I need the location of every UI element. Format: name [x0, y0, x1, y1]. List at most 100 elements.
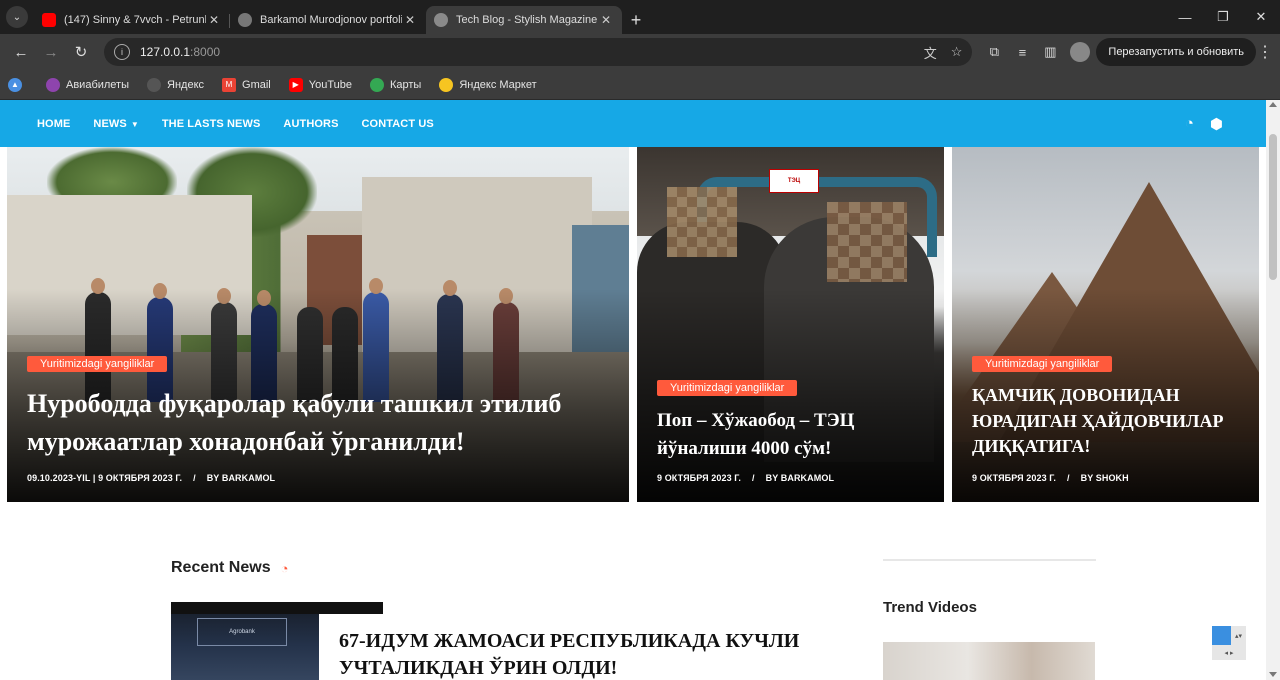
category-badge[interactable]: Yuritimizdagi yangiliklar: [657, 380, 798, 396]
android-icon[interactable]: ⬢: [1210, 115, 1223, 133]
bookmark-label: Gmail: [242, 78, 271, 91]
nav-news[interactable]: NEWS ▼: [93, 118, 138, 130]
post-date: 09.10.2023-YIL | 9 ОКТЯБРЯ 2023 Г.: [27, 473, 183, 483]
apps-icon[interactable]: ▲: [8, 77, 28, 92]
bookmark-gmail[interactable]: M Gmail: [222, 77, 271, 92]
extensions-puzzle-icon[interactable]: ⧉: [980, 38, 1008, 66]
yandex-market-icon: [439, 77, 454, 92]
list-item[interactable]: Agrobank 67-ИДУМ ЖАМОАСИ РЕСПУБЛИКАДА КУ…: [171, 602, 821, 680]
globe-icon: [434, 13, 448, 27]
bookmark-yandex-market[interactable]: Яндекс Маркет: [439, 77, 537, 92]
hero-card-main[interactable]: Yuritimizdagi yangiliklar Нурободда фуқа…: [7, 147, 629, 502]
floating-widget[interactable]: ▴▾ ◂ ▸: [1212, 626, 1246, 660]
nav-news-label: NEWS: [93, 117, 127, 130]
close-window-icon[interactable]: ✕: [1242, 0, 1280, 34]
url-port: :8000: [190, 45, 221, 59]
widget-left-right-icon[interactable]: ◂ ▸: [1212, 645, 1246, 660]
reload-icon[interactable]: ↻: [66, 37, 96, 67]
minimize-icon[interactable]: —: [1166, 0, 1204, 34]
nav-lasts-news[interactable]: THE LASTS NEWS: [162, 118, 261, 130]
hero-headline[interactable]: Поп – Хўжаобод – ТЭЦ йўналиши 4000 сўм!: [657, 407, 927, 463]
page-scrollbar[interactable]: [1266, 100, 1280, 680]
nav-authors[interactable]: AUTHORS: [283, 118, 338, 130]
maps-pin-icon: [369, 77, 384, 92]
youtube-icon: [42, 13, 56, 27]
recent-news-title: Recent News: [171, 559, 271, 576]
category-badge[interactable]: Yuritimizdagi yangiliklar: [972, 356, 1113, 372]
apps-grid-icon: ▲: [8, 77, 22, 92]
post-author[interactable]: BY SHOKH: [1081, 473, 1129, 483]
menu-dots-icon[interactable]: ⋮: [1256, 42, 1274, 62]
bookmarks-bar: ▲ Авиабилеты Яндекс M Gmail ▶ YouTube Карт…: [0, 70, 1280, 100]
globe-icon: [238, 13, 252, 27]
bookmark-label: YouTube: [308, 78, 352, 91]
bookmark-star-icon[interactable]: ☆: [951, 44, 963, 60]
hero-card-2[interactable]: ТЭЦ Yuritimizdagi yangiliklar Поп – Хўжа…: [637, 147, 944, 502]
bookmark-label: Авиабилеты: [66, 78, 130, 91]
close-tab-icon[interactable]: ✕: [402, 13, 418, 27]
rss-icon[interactable]: ◔: [1185, 115, 1194, 132]
bookmark-maps[interactable]: Карты: [369, 77, 422, 92]
new-tab-button[interactable]: +: [622, 6, 650, 34]
nav-contact[interactable]: CONTACT US: [362, 118, 434, 130]
scroll-down-icon[interactable]: [1269, 672, 1277, 677]
translate-icon[interactable]: 文: [924, 43, 937, 62]
tab-search-icon[interactable]: ⌄: [6, 6, 28, 28]
tab-title: Barkamol Murodjonov portfolio: [260, 14, 402, 26]
profile-avatar-icon[interactable]: [1070, 42, 1091, 62]
hero-card-3[interactable]: Yuritimizdagi yangiliklar ҚАМЧИҚ ДОВОНИД…: [952, 147, 1259, 502]
forward-arrow-icon[interactable]: →: [36, 37, 66, 67]
url-host: 127.0.0.1: [140, 45, 191, 59]
chevron-down-icon: ▼: [130, 119, 139, 129]
browser-tab-techblog[interactable]: Tech Blog - Stylish Magazine Bl ✕: [426, 6, 622, 34]
hero-meta: 09.10.2023-YIL | 9 ОКТЯБРЯ 2023 Г. / BY BA…: [27, 473, 276, 483]
bookmark-youtube[interactable]: ▶ YouTube: [288, 77, 352, 92]
news-headline[interactable]: 67-ИДУМ ЖАМОАСИ РЕСПУБЛИКАДА КУЧЛИ УЧТАЛ…: [339, 628, 819, 680]
nav-home[interactable]: HOME: [37, 118, 70, 130]
trend-video-thumbnail[interactable]: [883, 642, 1095, 680]
widget-square-icon: [1212, 626, 1231, 645]
category-badge[interactable]: Yuritimizdagi yangiliklar: [27, 356, 168, 372]
browser-tab-portfolio[interactable]: Barkamol Murodjonov portfolio ✕: [230, 6, 426, 34]
url-text[interactable]: 127.0.0.1:8000: [140, 45, 910, 59]
gmail-icon: M: [222, 77, 237, 92]
browser-toolbar: ← → ↻ i 127.0.0.1:8000 文 ☆ ⧉ ≡ ▥ Перезап…: [0, 34, 1280, 70]
trend-videos-heading: Trend Videos: [883, 599, 977, 616]
globe-icon: [147, 77, 162, 92]
bookmark-label: Яндекс Маркет: [459, 78, 537, 91]
address-bar[interactable]: i 127.0.0.1:8000 文 ☆: [104, 38, 973, 66]
aviatickets-icon: [46, 77, 60, 92]
rss-icon[interactable]: ◔: [281, 561, 289, 576]
hero-headline[interactable]: ҚАМЧИҚ ДОВОНИДАН ЮРАДИГАН ҲАЙДОВЧИЛАР ДИ…: [972, 383, 1252, 460]
relaunch-update-button[interactable]: Перезапустить и обновить: [1096, 38, 1256, 66]
scroll-up-icon[interactable]: [1269, 102, 1277, 107]
hero-grid: Yuritimizdagi yangiliklar Нурободда фуқа…: [0, 147, 1266, 502]
hero-meta: 9 ОКТЯБРЯ 2023 Г. / BY SHOKH: [972, 473, 1129, 483]
scroll-thumb[interactable]: [1269, 134, 1277, 280]
back-arrow-icon[interactable]: ←: [6, 37, 36, 67]
close-tab-icon[interactable]: ✕: [598, 13, 614, 27]
widget-up-down-icon[interactable]: ▴▾: [1231, 626, 1246, 645]
hero-meta: 9 ОКТЯБРЯ 2023 Г. / BY BARKAMOL: [657, 473, 835, 483]
reading-list-icon[interactable]: ≡: [1008, 38, 1036, 66]
bookmark-label: Карты: [389, 78, 422, 91]
bookmark-aviatickets[interactable]: Авиабилеты: [46, 77, 130, 92]
side-panel-icon[interactable]: ▥: [1036, 38, 1064, 66]
sidebar-divider: [883, 559, 1096, 561]
post-author[interactable]: BY BARKAMOL: [766, 473, 834, 483]
browser-tab-strip: ⌄ (147) Sinny & 7vvch - Petrunko ✕ Barka…: [0, 0, 1280, 34]
tab-title: (147) Sinny & 7vvch - Petrunko: [64, 14, 206, 26]
sponsor-banner: Agrobank: [197, 618, 287, 646]
browser-tab-youtube[interactable]: (147) Sinny & 7vvch - Petrunko ✕: [34, 6, 230, 34]
tab-title: Tech Blog - Stylish Magazine Bl: [456, 14, 598, 26]
window-controls: — ❐ ✕: [1166, 0, 1280, 34]
site-navbar: HOME NEWS ▼ THE LASTS NEWS AUTHORS CONTAC…: [0, 100, 1266, 147]
maximize-icon[interactable]: ❐: [1204, 0, 1242, 34]
web-page: HOME NEWS ▼ THE LASTS NEWS AUTHORS CONTAC…: [0, 100, 1266, 680]
site-info-icon[interactable]: i: [114, 44, 130, 60]
close-tab-icon[interactable]: ✕: [206, 13, 222, 27]
hero-headline[interactable]: Нурободда фуқаролар қабули ташкил этилиб…: [27, 385, 607, 462]
bookmark-yandex[interactable]: Яндекс: [147, 77, 204, 92]
post-author[interactable]: BY BARKAMOL: [207, 473, 275, 483]
recent-news-heading: Recent News ◔: [171, 559, 288, 577]
